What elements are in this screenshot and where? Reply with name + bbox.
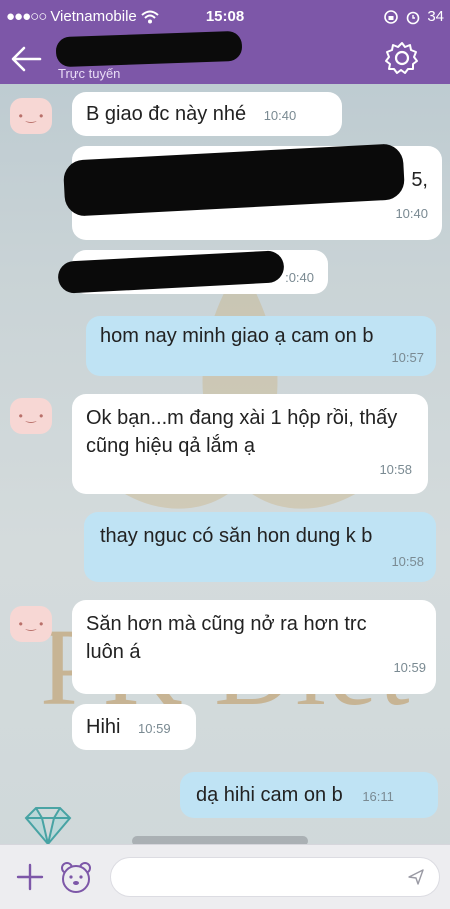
message-text: Săn hơn mà cũng nở ra hơn trc luôn á bbox=[86, 613, 367, 663]
message-time: 10:59 bbox=[393, 660, 426, 675]
avatar[interactable]: • ‿ • bbox=[10, 606, 52, 642]
message-text: Ok bạn...m đang xài 1 hộp rồi, thấy cũng… bbox=[86, 407, 398, 457]
message-bubble-incoming[interactable]: B giao đc này nhé 10:40 bbox=[72, 92, 342, 136]
message-text: B giao đc này nhé bbox=[86, 103, 247, 125]
message-time: 10:40 bbox=[395, 206, 428, 221]
status-right: 34 bbox=[383, 8, 444, 25]
battery-label: 34 bbox=[427, 8, 444, 25]
rotation-lock-icon bbox=[384, 9, 399, 24]
message-text: dạ hihi cam on b bbox=[196, 784, 343, 806]
message-bubble-incoming[interactable]: Hihi 10:59 bbox=[72, 704, 196, 750]
message-time: 10:57 bbox=[391, 350, 424, 365]
message-bubble-outgoing[interactable]: dạ hihi cam on b 16:11 bbox=[180, 772, 438, 818]
status-bar: ●●●○○ Vietnamobile 15:08 34 bbox=[0, 0, 450, 34]
send-icon[interactable] bbox=[407, 868, 425, 886]
message-time: 10:58 bbox=[391, 554, 424, 569]
message-bubble-outgoing[interactable]: thay nguc có săn hon dung k b 10:58 bbox=[84, 512, 436, 582]
message-list[interactable]: PK Diet • ‿ • B giao đc này nhé 10:40 5,… bbox=[0, 84, 450, 844]
message-time: 10:59 bbox=[138, 721, 171, 736]
back-arrow-icon[interactable] bbox=[10, 44, 44, 74]
alarm-icon bbox=[407, 11, 420, 24]
contact-name-redacted bbox=[55, 30, 243, 68]
message-text: hom nay minh giao ạ cam on b bbox=[100, 325, 374, 347]
gear-icon[interactable] bbox=[384, 40, 420, 76]
avatar[interactable]: • ‿ • bbox=[10, 98, 52, 134]
redacted-content bbox=[62, 143, 406, 217]
message-text-partial: 5, bbox=[411, 169, 428, 191]
message-input[interactable] bbox=[110, 857, 440, 897]
message-time: 16:11 bbox=[362, 789, 394, 804]
message-bubble-incoming[interactable]: Ok bạn...m đang xài 1 hộp rồi, thấy cũng… bbox=[72, 394, 428, 494]
message-time: :0:40 bbox=[285, 270, 314, 285]
sticker-bear-icon[interactable] bbox=[58, 859, 94, 895]
message-time: 10:58 bbox=[379, 462, 412, 477]
message-composer bbox=[0, 844, 450, 909]
avatar[interactable]: • ‿ • bbox=[10, 398, 52, 434]
message-bubble-outgoing[interactable]: hom nay minh giao ạ cam on b 10:57 bbox=[86, 316, 436, 376]
message-bubble-incoming[interactable]: 5, 10:40 bbox=[62, 143, 442, 240]
contact-status: Trực tuyến bbox=[58, 66, 121, 81]
redacted-content bbox=[57, 250, 285, 294]
message-text: thay nguc có săn hon dung k b bbox=[100, 525, 373, 547]
chat-header: Trực tuyến bbox=[0, 30, 450, 84]
message-time: 10:40 bbox=[263, 108, 297, 123]
message-bubble-incoming[interactable]: Săn hơn mà cũng nở ra hơn trc luôn á 10:… bbox=[72, 600, 436, 694]
message-bubble-incoming[interactable]: :0:40 bbox=[57, 250, 328, 294]
message-text: Hihi bbox=[86, 716, 121, 738]
diamond-icon bbox=[24, 807, 72, 846]
plus-icon[interactable] bbox=[14, 861, 46, 893]
